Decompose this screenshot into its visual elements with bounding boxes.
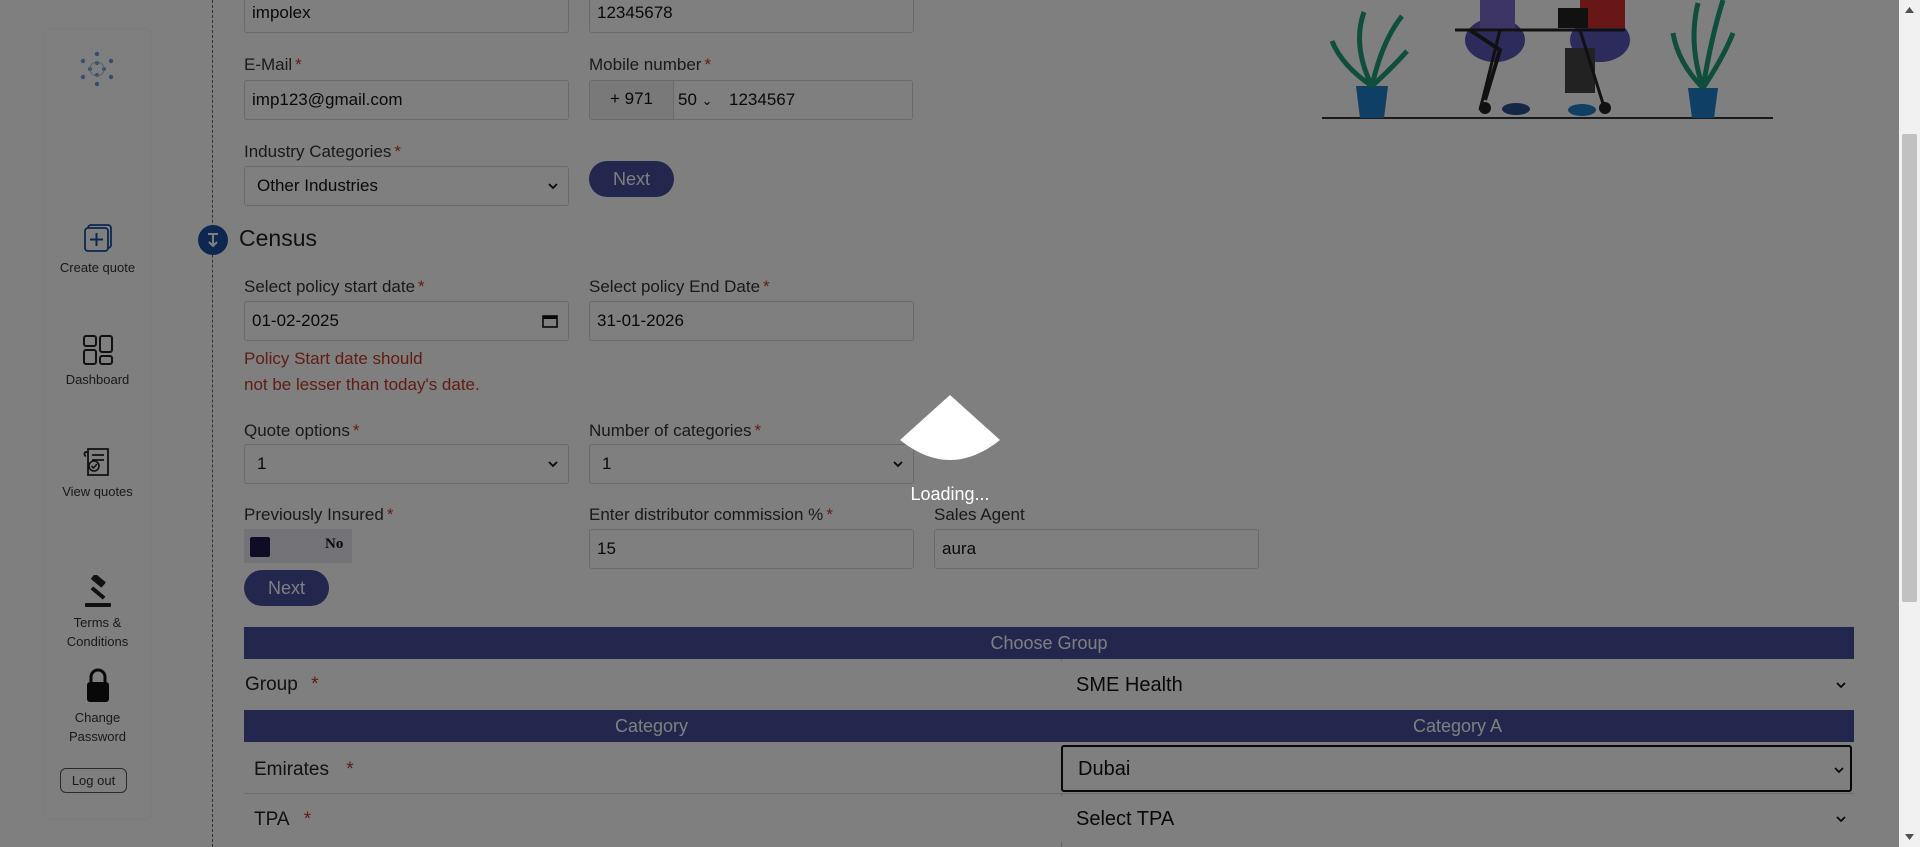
scrollbar-thumb[interactable]	[1902, 134, 1917, 602]
scroll-up-icon[interactable]	[1904, 6, 1915, 14]
loading-spinner-icon	[900, 395, 1000, 460]
loading-overlay: Loading...	[0, 0, 1920, 847]
scroll-down-icon[interactable]	[1904, 833, 1915, 841]
loading-text: Loading...	[910, 484, 990, 504]
